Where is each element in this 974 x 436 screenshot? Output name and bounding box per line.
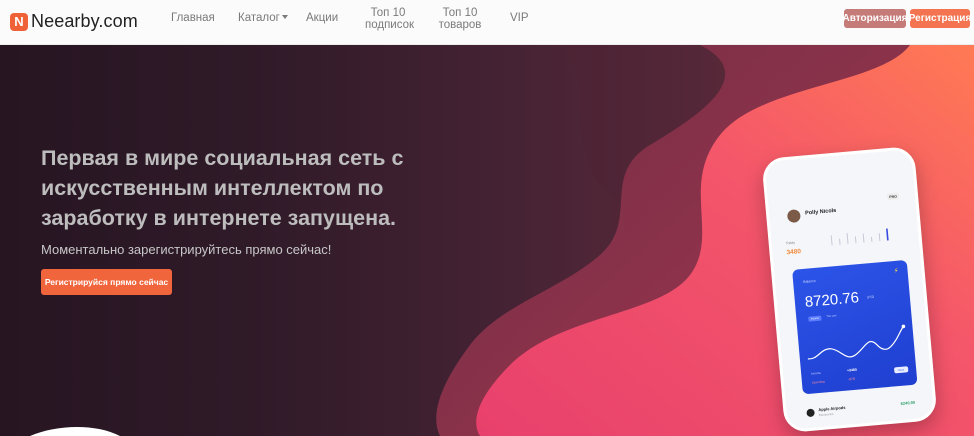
hero-section: Первая в мире социальная сеть с искусств… [0, 45, 974, 436]
brand-name: Neearby.com [31, 11, 138, 31]
bolt-icon: ⚡ [893, 267, 899, 276]
phone-user-name: Polly Nicols [804, 207, 837, 217]
register-now-button[interactable]: Регистрируйся прямо сейчас [41, 269, 172, 295]
spending-label: Spending [811, 379, 825, 385]
avatar [786, 209, 801, 224]
product-icon [806, 408, 815, 418]
nav-promotions[interactable]: Акции [306, 12, 338, 24]
balance-line-chart [807, 324, 906, 360]
balance-tag-secondary: This year [826, 314, 837, 319]
nav-home[interactable]: Главная [171, 12, 215, 24]
phone-balance-card: Balance ⚡ 8720.76 USD Income This year I… [792, 259, 918, 395]
income-label: Income [811, 370, 822, 376]
nav-catalog[interactable]: Каталог [238, 12, 288, 24]
phone-badge: PRO [886, 192, 900, 201]
top-navbar: N Neearby.com Главная Каталог Акции Топ … [0, 0, 974, 45]
nav-vip[interactable]: VIP [510, 12, 529, 24]
phone-mini-bars [830, 228, 889, 246]
balance-currency: USD [866, 294, 875, 300]
product-category: Electronics [818, 411, 834, 418]
chevron-down-icon [281, 14, 288, 19]
hero-headline: Первая в мире социальная сеть с искусств… [41, 146, 404, 230]
register-button[interactable]: Регистрация [909, 9, 971, 28]
nav-catalog-label: Каталог [238, 12, 280, 24]
spending-value: -978 [847, 376, 855, 382]
nav-top10-subscriptions[interactable]: Топ 10 подписок [365, 7, 414, 31]
login-button[interactable]: Авторизация [843, 9, 907, 28]
phone-today-label: Today [785, 240, 796, 246]
phone-today-value: 3480 [786, 248, 802, 257]
brand-icon: N [10, 12, 28, 31]
brand-logo[interactable]: N Neearby.com [10, 11, 138, 32]
phone-mockup: Polly Nicols PRO Today 3480 Balance ⚡ 87… [761, 145, 938, 434]
income-value: +3480 [846, 367, 858, 373]
more-button: More [893, 366, 909, 374]
hero-subline: Моментально зарегистрируйтесь прямо сейч… [41, 242, 332, 257]
nav-top10-products[interactable]: Топ 10 товаров [437, 7, 483, 31]
balance-tag: Income [808, 315, 822, 322]
balance-value: 8720.76 [804, 289, 860, 311]
product-price: $240.90 [900, 399, 916, 406]
balance-label: Balance [802, 278, 816, 285]
